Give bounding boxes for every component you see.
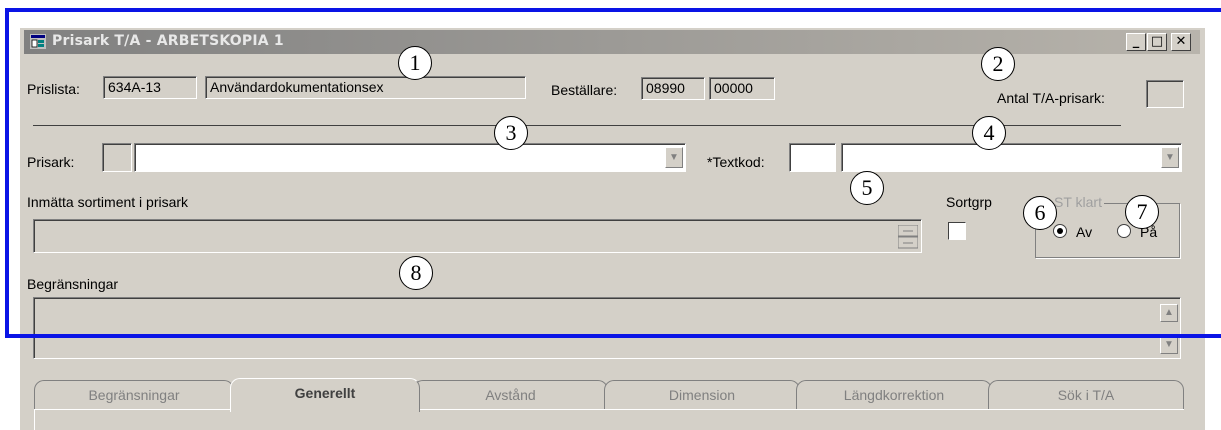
sortiment-field[interactable] — [33, 219, 922, 253]
antal-field[interactable] — [1146, 80, 1184, 108]
window-title: Prisark T/A - ARBETSKOPIA 1 — [52, 33, 284, 49]
prisark-select[interactable] — [134, 143, 686, 172]
chevron-down-icon[interactable]: ▼ — [665, 147, 683, 168]
callout-7: 7 — [1125, 195, 1159, 229]
callout-5: 5 — [850, 171, 884, 205]
spinner-icon[interactable] — [897, 224, 919, 249]
callout-1: 1 — [398, 46, 432, 80]
begransningar-label: Begränsningar — [27, 276, 119, 292]
prisark-label: Prisark: — [27, 154, 75, 170]
tab-sok-i-ta[interactable]: Sök i T/A — [988, 380, 1184, 410]
bestallare-code1-field[interactable]: 08990 — [641, 77, 705, 100]
callout-6: 6 — [1023, 196, 1057, 230]
prislista-label: Prislista: — [27, 81, 80, 97]
antal-label: Antal T/A-prisark: — [997, 90, 1105, 106]
tab-begransningar[interactable]: Begränsningar — [34, 380, 234, 410]
sortiment-label: Inmätta sortiment i prisark — [27, 194, 189, 210]
callout-4: 4 — [972, 116, 1006, 150]
sortgrp-label: Sortgrp — [946, 194, 992, 210]
callout-8: 8 — [399, 256, 433, 290]
maximize-button[interactable]: □ — [1147, 33, 1167, 51]
tab-langdkorrektion[interactable]: Längdkorrektion — [796, 380, 992, 410]
sortgrp-checkbox[interactable] — [948, 222, 966, 240]
textkod-select[interactable] — [841, 143, 1182, 172]
st-klart-radio-av[interactable] — [1053, 224, 1067, 238]
prislista-code-field[interactable]: 634A-13 — [103, 76, 197, 99]
separator-line — [33, 125, 1121, 126]
price-sheet-icon — [30, 34, 46, 49]
prislista-name-field[interactable]: Användardokumentationsex — [205, 76, 526, 99]
st-klart-radio-pa[interactable] — [1117, 224, 1131, 238]
chevron-down-icon[interactable]: ▼ — [1161, 147, 1179, 168]
bestallare-label: Beställare: — [551, 82, 618, 98]
begransningar-field[interactable] — [33, 297, 1181, 359]
minimize-button[interactable]: _ — [1126, 33, 1146, 51]
prisark-code-field[interactable] — [102, 143, 132, 172]
title-bar[interactable]: Prisark T/A - ARBETSKOPIA 1 _ □ ✕ — [24, 30, 1200, 54]
bestallare-code2-field[interactable]: 00000 — [709, 77, 775, 100]
scroll-down-icon[interactable]: ▼ — [1160, 336, 1178, 354]
textkod-code-field[interactable] — [789, 143, 836, 172]
callout-2: 2 — [981, 47, 1015, 81]
st-klart-option-av: Av — [1076, 224, 1093, 240]
st-klart-label: ST klart — [1052, 194, 1104, 210]
tab-generellt[interactable]: Generellt — [230, 378, 420, 412]
close-button[interactable]: ✕ — [1171, 33, 1191, 51]
tab-dimension[interactable]: Dimension — [604, 380, 800, 410]
textkod-label: *Textkod: — [707, 154, 765, 170]
scroll-up-icon[interactable]: ▲ — [1160, 304, 1178, 322]
tab-avstand[interactable]: Avstånd — [413, 380, 608, 410]
tab-panel — [34, 409, 1184, 430]
callout-3: 3 — [494, 116, 528, 150]
